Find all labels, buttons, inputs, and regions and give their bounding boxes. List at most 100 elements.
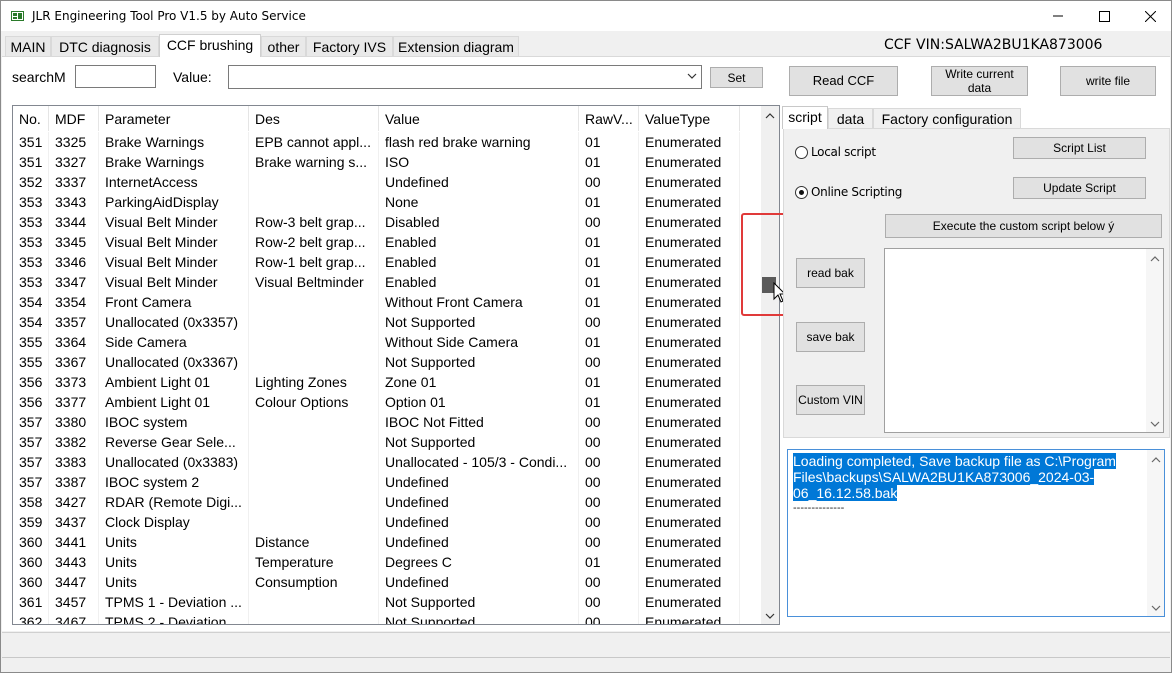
minimize-button[interactable] — [1035, 1, 1081, 31]
tab-factory-ivs[interactable]: Factory IVS — [306, 36, 393, 56]
custom-script-textarea[interactable] — [884, 248, 1164, 433]
cell-rawv[interactable]: 01 — [579, 372, 639, 392]
table-row[interactable]: 351 3327 Brake Warnings Brake warning s... I… — [13, 152, 758, 172]
cell-valuetype[interactable]: Enumerated — [639, 372, 740, 392]
cell-mdf[interactable]: 3344 — [49, 212, 99, 232]
cell-rawv[interactable]: 00 — [579, 512, 639, 532]
table-row[interactable]: 353 3345 Visual Belt Minder Row-2 belt grap… — [13, 232, 758, 252]
cell-des[interactable]: Colour Options — [249, 392, 379, 412]
cell-valuetype[interactable]: Enumerated — [639, 432, 740, 452]
table-row[interactable]: 353 3347 Visual Belt Minder Visual Beltmind… — [13, 272, 758, 292]
cell-valuetype[interactable]: Enumerated — [639, 512, 740, 532]
tab-dtc-diagnosis[interactable]: DTC diagnosis — [51, 36, 159, 56]
cell-valuetype[interactable]: Enumerated — [639, 492, 740, 512]
cell-parameter[interactable]: IBOC system 2 — [99, 472, 249, 492]
cell-des[interactable] — [249, 592, 379, 612]
cell-parameter[interactable]: IBOC system — [99, 412, 249, 432]
col-value[interactable]: Value — [379, 106, 579, 131]
cell-mdf[interactable]: 3337 — [49, 172, 99, 192]
table-row[interactable]: 360 3441 Units Distance Undefined 00 Enumerate… — [13, 532, 758, 552]
cell-des[interactable] — [249, 612, 379, 624]
write-file-button[interactable]: write file — [1060, 66, 1156, 96]
cell-value[interactable]: Enabled — [379, 272, 579, 292]
cell-valuetype[interactable]: Enumerated — [639, 232, 740, 252]
cell-des[interactable]: EPB cannot appl... — [249, 132, 379, 152]
cell-mdf[interactable]: 3357 — [49, 312, 99, 332]
cell-value[interactable]: Not Supported — [379, 592, 579, 612]
cell-valuetype[interactable]: Enumerated — [639, 252, 740, 272]
cell-no[interactable]: 351 — [13, 152, 49, 172]
cell-mdf[interactable]: 3441 — [49, 532, 99, 552]
cell-des[interactable]: Consumption — [249, 572, 379, 592]
cell-mdf[interactable]: 3343 — [49, 192, 99, 212]
tab-ccf-brushing[interactable]: CCF brushing — [159, 34, 261, 57]
script-list-button[interactable]: Script List — [1013, 137, 1146, 159]
cell-parameter[interactable]: ParkingAidDisplay — [99, 192, 249, 212]
cell-value[interactable]: Disabled — [379, 212, 579, 232]
cell-mdf[interactable]: 3447 — [49, 572, 99, 592]
cell-value[interactable]: Not Supported — [379, 312, 579, 332]
cell-no[interactable]: 354 — [13, 312, 49, 332]
value-select[interactable] — [228, 65, 702, 89]
cell-rawv[interactable]: 00 — [579, 432, 639, 452]
cell-valuetype[interactable]: Enumerated — [639, 312, 740, 332]
cell-valuetype[interactable]: Enumerated — [639, 132, 740, 152]
cell-rawv[interactable]: 01 — [579, 392, 639, 412]
cell-no[interactable]: 357 — [13, 472, 49, 492]
table-row[interactable]: 357 3383 Unallocated (0x3383) Unallocated -… — [13, 452, 758, 472]
cell-mdf[interactable]: 3467 — [49, 612, 99, 624]
table-row[interactable]: 353 3344 Visual Belt Minder Row-3 belt grap… — [13, 212, 758, 232]
cell-valuetype[interactable]: Enumerated — [639, 612, 740, 624]
log-output[interactable]: Loading completed, Save backup file as C… — [787, 449, 1165, 617]
cell-mdf[interactable]: 3377 — [49, 392, 99, 412]
cell-parameter[interactable]: Unallocated (0x3383) — [99, 452, 249, 472]
cell-rawv[interactable]: 00 — [579, 452, 639, 472]
cell-parameter[interactable]: Brake Warnings — [99, 132, 249, 152]
cell-des[interactable] — [249, 452, 379, 472]
cell-des[interactable]: Distance — [249, 532, 379, 552]
table-row[interactable]: 355 3364 Side Camera Without Side Camera 01 E… — [13, 332, 758, 352]
cell-valuetype[interactable]: Enumerated — [639, 332, 740, 352]
tab-factory-configuration[interactable]: Factory configuration — [873, 108, 1021, 129]
cell-value[interactable]: Not Supported — [379, 612, 579, 624]
cell-rawv[interactable]: 01 — [579, 272, 639, 292]
cell-no[interactable]: 357 — [13, 412, 49, 432]
cell-mdf[interactable]: 3325 — [49, 132, 99, 152]
cell-des[interactable]: Row-1 belt grap... — [249, 252, 379, 272]
tab-script[interactable]: script — [782, 106, 828, 129]
cell-mdf[interactable]: 3327 — [49, 152, 99, 172]
cell-parameter[interactable]: Visual Belt Minder — [99, 252, 249, 272]
cell-parameter[interactable]: Visual Belt Minder — [99, 272, 249, 292]
table-row[interactable]: 356 3373 Ambient Light 01 Lighting Zones Zon… — [13, 372, 758, 392]
update-script-button[interactable]: Update Script — [1013, 177, 1146, 199]
cell-parameter[interactable]: Front Camera — [99, 292, 249, 312]
cell-valuetype[interactable]: Enumerated — [639, 412, 740, 432]
table-row[interactable]: 353 3346 Visual Belt Minder Row-1 belt grap… — [13, 252, 758, 272]
col-valuetype[interactable]: ValueType — [639, 106, 740, 131]
cell-value[interactable]: Unallocated - 105/3 - Condi... — [379, 452, 579, 472]
cell-rawv[interactable]: 01 — [579, 332, 639, 352]
cell-rawv[interactable]: 01 — [579, 232, 639, 252]
cell-parameter[interactable]: Units — [99, 532, 249, 552]
cell-mdf[interactable]: 3387 — [49, 472, 99, 492]
cell-mdf[interactable]: 3346 — [49, 252, 99, 272]
cell-des[interactable]: Lighting Zones — [249, 372, 379, 392]
cell-value[interactable]: flash red brake warning — [379, 132, 579, 152]
cell-des[interactable]: Temperature — [249, 552, 379, 572]
cell-value[interactable]: Enabled — [379, 252, 579, 272]
cell-value[interactable]: Undefined — [379, 492, 579, 512]
read-ccf-button[interactable]: Read CCF — [789, 66, 898, 96]
cell-des[interactable]: Visual Beltminder — [249, 272, 379, 292]
cell-mdf[interactable]: 3383 — [49, 452, 99, 472]
table-row[interactable]: 362 3467 TPMS 2 - Deviation ... Not Support… — [13, 612, 758, 624]
col-no[interactable]: No. — [13, 106, 49, 131]
cell-no[interactable]: 361 — [13, 592, 49, 612]
table-row[interactable]: 355 3367 Unallocated (0x3367) Not Supported… — [13, 352, 758, 372]
scroll-up-icon[interactable] — [765, 112, 775, 120]
cell-des[interactable] — [249, 332, 379, 352]
cell-no[interactable]: 358 — [13, 492, 49, 512]
cell-parameter[interactable]: Visual Belt Minder — [99, 212, 249, 232]
cell-parameter[interactable]: InternetAccess — [99, 172, 249, 192]
cell-value[interactable]: Enabled — [379, 232, 579, 252]
cell-no[interactable]: 353 — [13, 252, 49, 272]
